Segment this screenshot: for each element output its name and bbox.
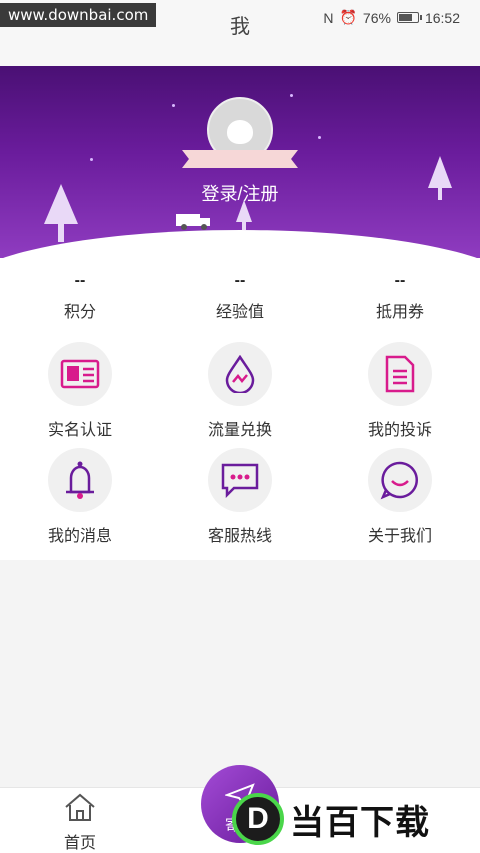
tab-home[interactable]: 首页	[40, 788, 120, 853]
brand-text: 当百下载	[290, 803, 430, 842]
stat-coupons[interactable]: -- 抵用券	[320, 258, 480, 338]
login-register-link[interactable]: 登录/注册	[0, 180, 480, 206]
star-decoration	[318, 136, 321, 139]
bell-icon	[48, 448, 112, 512]
nfc-icon: N	[323, 9, 334, 26]
stat-label: 经验值	[215, 304, 264, 321]
menu-real-name-auth[interactable]: 实名认证	[0, 336, 160, 448]
stat-value: --	[394, 272, 406, 289]
avatar-face-icon	[227, 120, 253, 144]
brand-logo-icon: D	[232, 793, 284, 845]
smile-icon	[368, 448, 432, 512]
clock: 16:52	[424, 9, 460, 26]
drop-exchange-icon	[208, 342, 272, 406]
chat-bubble-icon	[208, 448, 272, 512]
star-decoration	[290, 94, 293, 97]
brand-watermark: D 当百下载	[232, 792, 430, 846]
menu-label: 我的消息	[47, 528, 112, 545]
menu-about-us[interactable]: 关于我们	[320, 448, 480, 560]
battery-icon	[396, 12, 422, 23]
stat-experience[interactable]: -- 经验值	[160, 258, 320, 338]
status-icons: N ⏰ 76% 16:52	[323, 9, 460, 26]
menu-data-exchange[interactable]: 流量兑换	[160, 336, 320, 448]
stat-points[interactable]: -- 积分	[0, 258, 160, 338]
tab-home-label: 首页	[63, 835, 96, 852]
menu-label: 流量兑换	[207, 422, 272, 439]
stat-value: --	[74, 272, 86, 289]
menu-label: 关于我们	[367, 528, 432, 545]
menu-service-hotline[interactable]: 客服热线	[160, 448, 320, 560]
menu-grid: 实名认证 流量兑换 我的投诉 我的消息 客服热线 关于我们	[0, 336, 480, 560]
stat-label: 积分	[63, 304, 96, 321]
truck-icon	[176, 214, 210, 230]
stat-value: --	[234, 272, 246, 289]
document-icon	[368, 342, 432, 406]
battery-fill	[398, 14, 412, 21]
menu-label: 客服热线	[207, 528, 272, 545]
ribbon-decoration	[182, 150, 298, 168]
menu-my-complaints[interactable]: 我的投诉	[320, 336, 480, 448]
menu-my-messages[interactable]: 我的消息	[0, 448, 160, 560]
stat-label: 抵用券	[375, 304, 424, 321]
profile-banner: 登录/注册	[0, 66, 480, 258]
page-title: 我	[230, 16, 250, 38]
alarm-icon: ⏰	[339, 9, 357, 25]
menu-label: 我的投诉	[367, 422, 432, 439]
star-decoration	[90, 158, 93, 161]
menu-label: 实名认证	[47, 422, 112, 439]
home-icon	[65, 793, 95, 821]
id-card-icon	[48, 342, 112, 406]
star-decoration	[172, 104, 175, 107]
watermark: www.downbai.com	[0, 3, 157, 27]
battery-percent: 76%	[362, 9, 391, 26]
title-bar: 我	[0, 17, 480, 68]
stats-row: -- 积分 -- 经验值 -- 抵用券	[0, 258, 480, 338]
